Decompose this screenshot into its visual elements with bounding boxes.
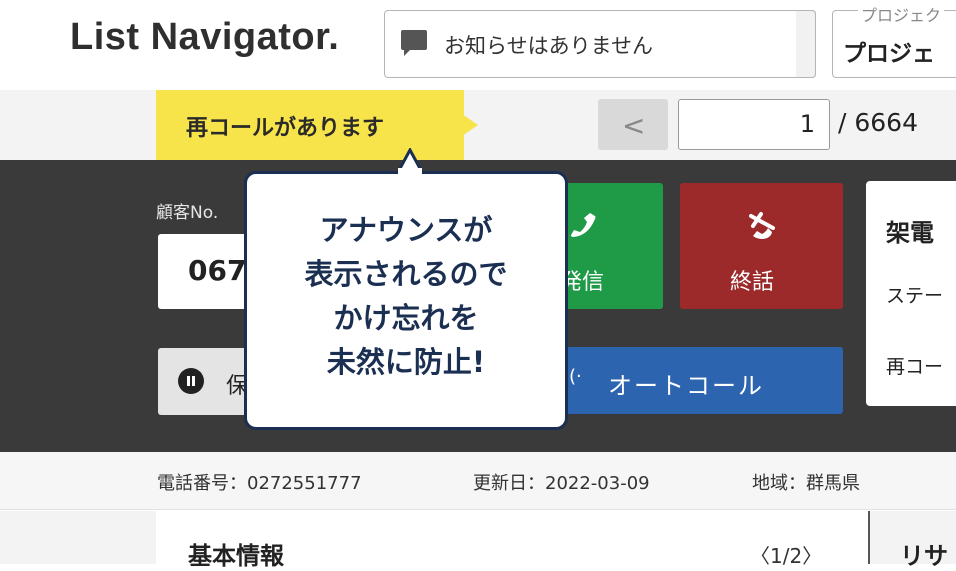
call-status-line: ステー — [886, 285, 944, 307]
callout-line: 表示されるので — [304, 257, 508, 291]
recall-badge-text: 再コールがあります — [186, 116, 385, 141]
chevron-left-icon[interactable]: < — [622, 109, 645, 142]
callout-line: アナウンスが — [319, 213, 493, 247]
callout-text: アナウンスが 表示されるので かけ忘れを 未然に防止! — [244, 208, 568, 384]
notice-text: お知らせはありません — [444, 34, 653, 58]
project-label: プロジェク — [858, 2, 945, 26]
app-logo: List Navigator. — [70, 16, 340, 58]
recall-status-line: 再コー — [886, 356, 944, 378]
phone-number: 電話番号：0272551777 — [157, 473, 362, 494]
recall-badge-arrow — [462, 114, 478, 136]
customer-no-value: 067 — [188, 254, 247, 287]
basic-info-pager[interactable]: 〈1/2〉 — [750, 540, 822, 569]
right-card-title: リサ — [900, 542, 948, 570]
chat-icon — [401, 30, 427, 56]
pause-icon — [178, 368, 204, 394]
page-total: / 6664 — [838, 108, 918, 137]
card-divider — [868, 511, 870, 564]
phone-icon — [571, 213, 596, 237]
project-value: プロジェ — [843, 41, 935, 67]
callout-line: 未然に防止! — [326, 345, 486, 379]
callout-pointer-mask — [398, 168, 422, 178]
callout-line: かけ忘れを — [333, 301, 479, 335]
basic-info-title: 基本情報 — [188, 542, 284, 570]
updated-date: 更新日：2022-03-09 — [473, 473, 650, 494]
page-number-input[interactable]: 1 — [678, 99, 830, 150]
notice-box-edge — [796, 10, 816, 78]
customer-no-label: 顧客No. — [156, 203, 219, 223]
autocall-button-label: オートコール — [608, 372, 764, 400]
region: 地域：群馬県 — [752, 473, 860, 494]
call-status-title: 架電 — [886, 219, 934, 247]
hangup-button-label: 終話 — [730, 270, 775, 295]
hangup-icon — [749, 212, 775, 239]
